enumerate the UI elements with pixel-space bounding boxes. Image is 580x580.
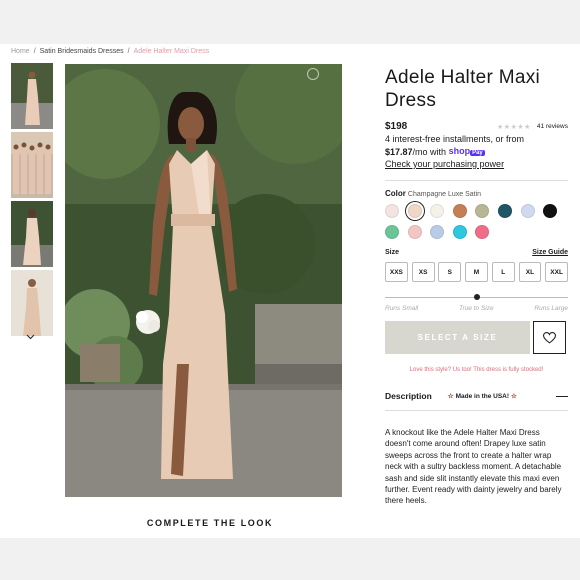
size-option-m[interactable]: M (465, 262, 488, 282)
installments-text: 4 interest-free installments, or from $1… (385, 134, 525, 157)
product-title: Adele Halter Maxi Dress (385, 67, 541, 111)
color-swatch[interactable] (497, 204, 512, 218)
color-swatch[interactable] (430, 204, 445, 218)
thumbnail-list (11, 63, 53, 339)
description-header[interactable]: Description ☆ Made in the USA! ☆ (385, 391, 568, 411)
color-label: Color Champagne Luxe Satin (385, 189, 482, 198)
color-swatch[interactable] (430, 225, 445, 239)
select-size-button[interactable]: SELECT A SIZE (385, 321, 530, 354)
shop-pay-logo: shop Pay (448, 146, 485, 156)
description-body: A knockout like the Adele Halter Maxi Dr… (385, 428, 562, 506)
thumbnail-1[interactable] (11, 63, 53, 129)
complete-the-look-heading: COMPLETE THE LOOK (146, 518, 274, 528)
product-info: Adele Halter Maxi Dress $198 ★★★★★ 41 re… (385, 66, 569, 507)
main-product-image[interactable] (65, 64, 342, 497)
color-swatch[interactable] (385, 225, 399, 239)
description-title: Description (385, 391, 432, 401)
wishlist-button[interactable] (533, 321, 566, 354)
thumbnail-2[interactable] (11, 132, 53, 198)
size-option-xxl[interactable]: XXL (545, 262, 569, 282)
installment-amount: $17.87 (385, 147, 413, 157)
heart-outline-icon (543, 331, 556, 344)
color-swatch[interactable] (407, 204, 422, 218)
size-option-l[interactable]: L (491, 262, 515, 282)
fit-label-true: True to Size (459, 305, 494, 312)
color-swatch[interactable] (407, 225, 422, 239)
collapse-icon[interactable] (556, 395, 568, 397)
stock-message: Love this style? Us too! This dress is f… (409, 367, 544, 373)
fit-label-small: Runs Small (385, 305, 419, 312)
color-swatches (385, 204, 565, 246)
size-option-xl[interactable]: XL (518, 262, 542, 282)
product-price: $198 (385, 121, 408, 132)
fit-label-large: Runs Large (534, 305, 568, 312)
color-swatch[interactable] (520, 204, 535, 218)
size-options: XXS XS S M L XL XXL (385, 262, 569, 282)
thumbnail-3[interactable] (11, 201, 53, 267)
size-option-xxs[interactable]: XXS (385, 262, 408, 282)
star-icon: ☆ (511, 393, 517, 400)
breadcrumb: Home / Satin Bridesmaids Dresses / Adele Hal… (11, 48, 210, 55)
color-swatch[interactable] (475, 225, 490, 239)
star-icon: ☆ (447, 393, 454, 400)
breadcrumb-current: Adele Halter Maxi Dress (133, 48, 210, 55)
zoom-icon[interactable] (307, 68, 319, 80)
color-swatch[interactable] (475, 204, 490, 218)
rating-stars-icon: ★★★★★ (497, 123, 531, 131)
breadcrumb-home[interactable]: Home (11, 48, 30, 55)
product-page: Home / Satin Bridesmaids Dresses / Adele Hal… (0, 44, 580, 538)
review-count[interactable]: 41 reviews (537, 123, 568, 130)
selected-color-name: Champagne Luxe Satin (407, 191, 482, 198)
fit-indicator (473, 294, 480, 300)
divider (385, 180, 568, 181)
color-swatch[interactable] (452, 225, 467, 239)
made-in-usa-badge: ☆ Made in the USA! ☆ (447, 392, 517, 401)
rating[interactable]: ★★★★★ 41 reviews (497, 123, 568, 131)
chevron-down-icon[interactable] (26, 332, 35, 342)
check-purchasing-power-link[interactable]: Check your purchasing power (385, 159, 568, 169)
size-label: Size (385, 249, 400, 256)
color-swatch[interactable] (385, 204, 399, 218)
size-option-s[interactable]: S (438, 262, 462, 282)
color-swatch[interactable] (452, 204, 467, 218)
size-option-xs[interactable]: XS (411, 262, 435, 282)
size-guide-link[interactable]: Size Guide (532, 249, 568, 256)
fit-scale: Runs Small True to Size Runs Large (385, 294, 568, 314)
color-swatch[interactable] (543, 204, 558, 218)
breadcrumb-category[interactable]: Satin Bridesmaids Dresses (40, 48, 124, 55)
thumbnail-4[interactable] (11, 270, 53, 336)
